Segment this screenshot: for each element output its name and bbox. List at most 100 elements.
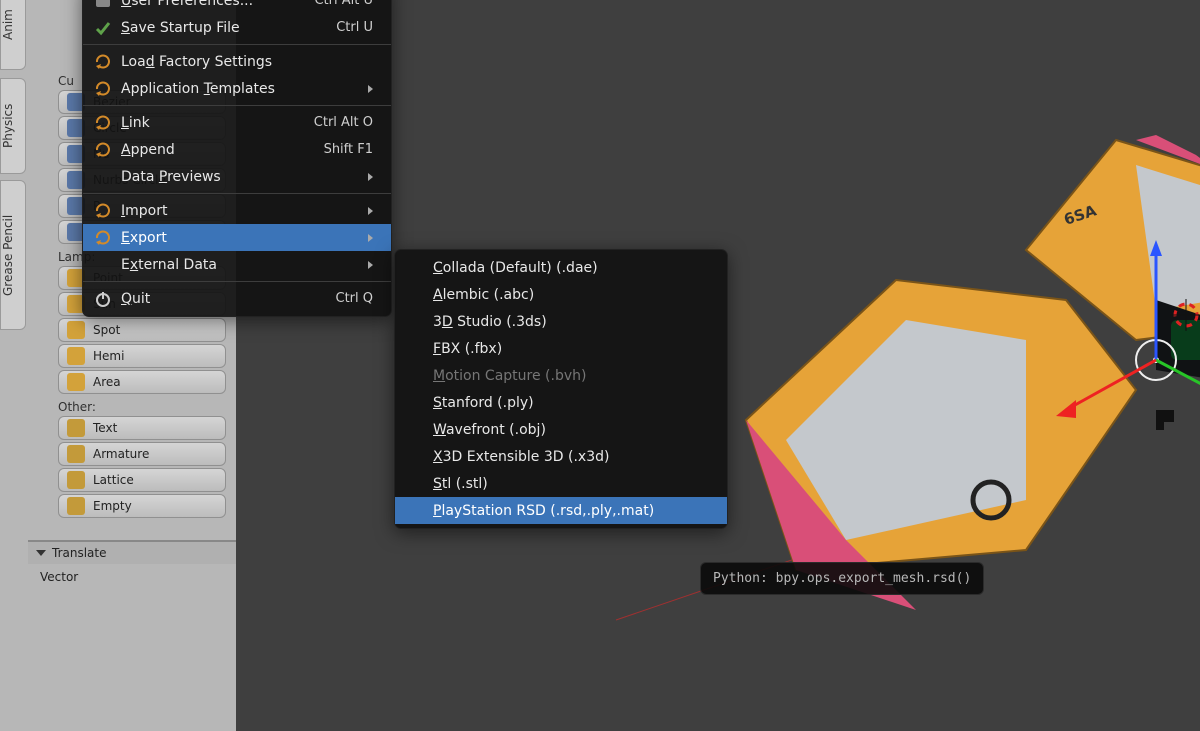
blank-icon	[405, 501, 425, 521]
menu-item-label: Quit	[121, 291, 306, 307]
blank-icon	[405, 366, 425, 386]
blank-icon	[93, 255, 113, 275]
export-motion-capture-bvh: Motion Capture (.bvh)	[395, 362, 727, 389]
grey-icon	[93, 0, 113, 11]
menu-item-label: Import	[121, 203, 356, 219]
export-stanford-ply[interactable]: Stanford (.ply)	[395, 389, 727, 416]
label: Empty	[93, 499, 132, 513]
menu-item-label: Save Startup File	[121, 20, 306, 36]
other-text-button[interactable]: Text	[58, 416, 226, 440]
vector-label: Vector	[28, 564, 236, 590]
export-3d-studio-3ds[interactable]: 3D Studio (.3ds)	[395, 308, 727, 335]
menu-item-shortcut: Ctrl Q	[336, 291, 374, 306]
blank-icon	[405, 393, 425, 413]
blank-icon	[405, 339, 425, 359]
file-menu-import[interactable]: Import	[83, 197, 391, 224]
blank-icon	[405, 258, 425, 278]
other-armature-button[interactable]: Armature	[58, 442, 226, 466]
blank-icon	[405, 447, 425, 467]
orange-icon	[93, 113, 113, 133]
export-submenu: Collada (Default) (.dae) Alembic (.abc) 3D…	[394, 249, 728, 529]
menu-item-label: Export	[121, 230, 356, 246]
file-menu-user-preferences[interactable]: User Preferences... Ctrl Alt U	[83, 0, 391, 14]
export-x3d-extensible-3d-x3d[interactable]: X3D Extensible 3D (.x3d)	[395, 443, 727, 470]
menu-item-label: Wavefront (.obj)	[433, 422, 709, 438]
label: Armature	[93, 447, 149, 461]
blank-icon	[93, 167, 113, 187]
blank-icon	[405, 312, 425, 332]
tab-grease-pencil[interactable]: Grease Pencil	[0, 180, 26, 330]
blank-icon	[405, 285, 425, 305]
file-menu-load-factory-settings[interactable]: Load Factory Settings	[83, 48, 391, 75]
file-menu-application-templates[interactable]: Application Templates	[83, 75, 391, 102]
orange-icon	[93, 52, 113, 72]
orange-icon	[93, 228, 113, 248]
menu-item-label: FBX (.fbx)	[433, 341, 709, 357]
menu-item-label: Data Previews	[121, 169, 356, 185]
menu-item-label: X3D Extensible 3D (.x3d)	[433, 449, 709, 465]
export-collada-default-dae[interactable]: Collada (Default) (.dae)	[395, 254, 727, 281]
export-fbx-fbx[interactable]: FBX (.fbx)	[395, 335, 727, 362]
file-menu-link[interactable]: Link Ctrl Alt O	[83, 109, 391, 136]
power-icon	[93, 289, 113, 309]
label: Lattice	[93, 473, 134, 487]
export-wavefront-obj[interactable]: Wavefront (.obj)	[395, 416, 727, 443]
tab-physics[interactable]: Physics	[0, 78, 26, 174]
other-empty-button[interactable]: Empty	[58, 494, 226, 518]
menu-item-label: Collada (Default) (.dae)	[433, 260, 709, 276]
translate-panel-header[interactable]: Translate	[28, 540, 236, 564]
label: Spot	[93, 323, 120, 337]
label: Translate	[52, 546, 107, 560]
file-menu-append[interactable]: Append Shift F1	[83, 136, 391, 163]
lamp-area-button[interactable]: Area	[58, 370, 226, 394]
label: Text	[93, 421, 117, 435]
other-lattice-button[interactable]: Lattice	[58, 468, 226, 492]
file-menu-data-previews[interactable]: Data Previews	[83, 163, 391, 190]
label: Area	[93, 375, 121, 389]
menu-item-label: External Data	[121, 257, 356, 273]
menu-item-label: Motion Capture (.bvh)	[433, 368, 709, 384]
submenu-arrow-icon	[368, 207, 373, 215]
orange-icon	[93, 140, 113, 160]
disclosure-triangle-icon	[36, 550, 46, 556]
export-playstation-rsd-rsd-ply-mat[interactable]: PlayStation RSD (.rsd,.ply,.mat)	[395, 497, 727, 524]
label: Hemi	[93, 349, 124, 363]
blank-icon	[405, 420, 425, 440]
lamp-hemi-button[interactable]: Hemi	[58, 344, 226, 368]
menu-item-shortcut: Ctrl Alt O	[314, 115, 373, 130]
menu-item-label: 3D Studio (.3ds)	[433, 314, 709, 330]
file-menu: User Preferences... Ctrl Alt U Save Startu…	[82, 0, 392, 317]
file-menu-external-data[interactable]: External Data	[83, 251, 391, 278]
file-menu-quit[interactable]: Quit Ctrl Q	[83, 285, 391, 312]
menu-item-label: Application Templates	[121, 81, 356, 97]
menu-item-label: Stanford (.ply)	[433, 395, 709, 411]
operator-tooltip: Python: bpy.ops.export_mesh.rsd()	[700, 562, 984, 595]
menu-item-shortcut: Ctrl Alt U	[314, 0, 373, 8]
menu-item-label: Stl (.stl)	[433, 476, 709, 492]
submenu-arrow-icon	[368, 234, 373, 242]
export-stl-stl[interactable]: Stl (.stl)	[395, 470, 727, 497]
menu-item-label: PlayStation RSD (.rsd,.ply,.mat)	[433, 503, 709, 519]
menu-item-shortcut: Shift F1	[324, 142, 373, 157]
menu-item-shortcut: Ctrl U	[336, 20, 373, 35]
file-menu-export[interactable]: Export	[83, 224, 391, 251]
submenu-arrow-icon	[368, 85, 373, 93]
blank-icon	[405, 474, 425, 494]
file-menu-save-startup-file[interactable]: Save Startup File Ctrl U	[83, 14, 391, 41]
tool-tabs: Anim Physics Grease Pencil	[0, 0, 29, 731]
menu-item-label: Load Factory Settings	[121, 54, 373, 70]
orange-icon	[93, 79, 113, 99]
lamp-spot-button[interactable]: Spot	[58, 318, 226, 342]
tab-animation[interactable]: Anim	[0, 0, 26, 70]
menu-item-label: Link	[121, 115, 284, 131]
submenu-arrow-icon	[368, 261, 373, 269]
menu-item-label: Append	[121, 142, 294, 158]
submenu-arrow-icon	[368, 173, 373, 181]
other-section-label: Other:	[58, 400, 236, 414]
menu-item-label: User Preferences...	[121, 0, 284, 9]
green-icon	[93, 18, 113, 38]
3d-manipulator[interactable]	[1036, 230, 1200, 450]
orange-icon	[93, 201, 113, 221]
export-alembic-abc[interactable]: Alembic (.abc)	[395, 281, 727, 308]
menu-item-label: Alembic (.abc)	[433, 287, 709, 303]
